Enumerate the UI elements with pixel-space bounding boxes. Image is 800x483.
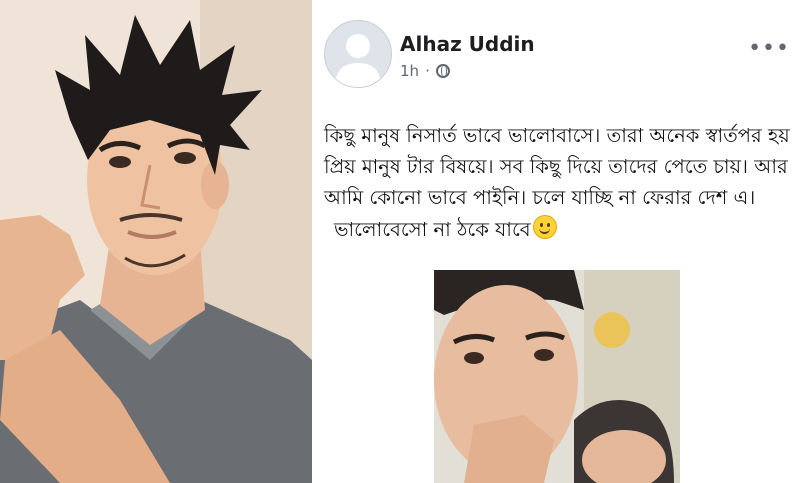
post-text: কিছু মানুষ নিসার্ত ভাবে ভালোবাসে। তারা অ…	[324, 120, 790, 245]
facebook-post: Alhaz Uddin 1h · ••• কিছু মানুষ নিসার্ত …	[316, 10, 800, 483]
post-photo-illustration	[434, 270, 680, 483]
default-avatar-icon[interactable]	[324, 20, 392, 88]
meta-separator: ·	[425, 62, 430, 80]
post-text-paragraph-2-line: ভালোবেসো না ঠকে যাবে	[324, 214, 790, 245]
left-photo-illustration	[0, 0, 312, 483]
left-photo	[0, 0, 312, 483]
slightly-smiling-face-emoji	[532, 215, 557, 239]
post-text-paragraph-2: ভালোবেসো না ঠকে যাবে	[334, 218, 531, 241]
globe-icon[interactable]	[435, 64, 450, 78]
post-time[interactable]: 1h	[400, 62, 419, 80]
post-text-paragraph-1: কিছু মানুষ নিসার্ত ভাবে ভালোবাসে। তারা অ…	[324, 124, 790, 209]
post-meta: 1h ·	[400, 62, 450, 80]
post-photo[interactable]	[434, 270, 680, 483]
post-author-name[interactable]: Alhaz Uddin	[400, 32, 535, 56]
more-options-icon[interactable]: •••	[748, 36, 790, 61]
